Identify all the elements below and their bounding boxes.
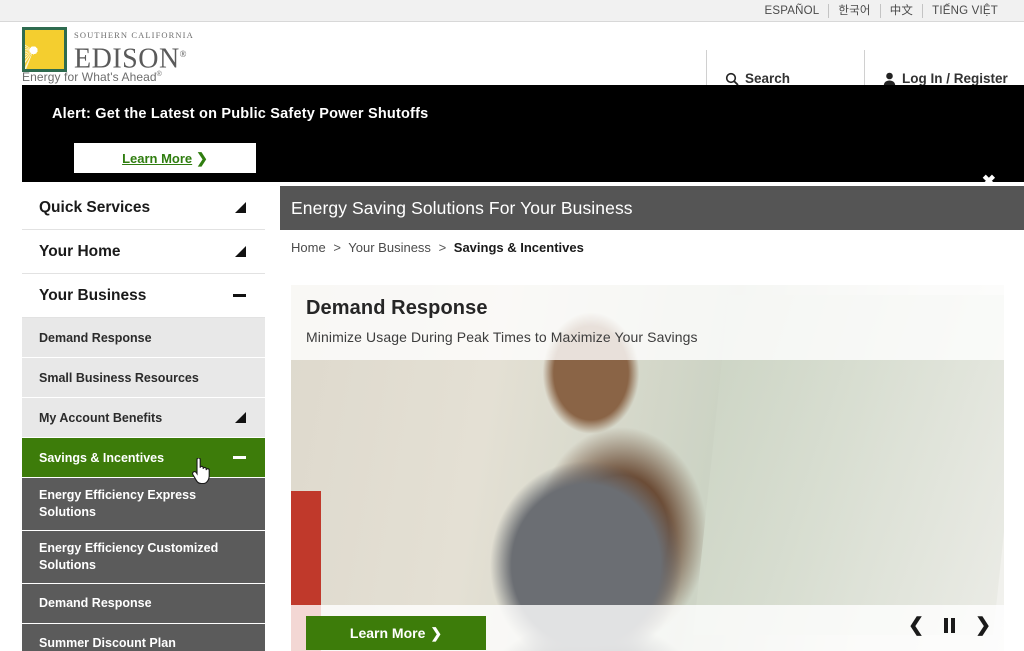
sidebar-item-your-home[interactable]: Your Home — [22, 230, 265, 274]
carousel-footer: Learn More ❯ ❮ ❯ — [291, 605, 1004, 651]
search-label: Search — [745, 71, 791, 86]
sidebar-item-ee-customized-solutions[interactable]: Energy Efficiency Customized Solutions — [22, 531, 265, 584]
breadcrumb-item-current: Savings & Incentives — [453, 240, 584, 255]
logo-tagline: Energy for What's Ahead® — [22, 70, 162, 84]
user-icon — [883, 72, 896, 86]
sidebar-nav: Quick Services Your Home Your Business D… — [22, 186, 265, 651]
sidebar-label-your-home: Your Home — [39, 242, 121, 260]
sidebar-label-ee-express-solutions: Energy Efficiency Express Solutions — [39, 488, 197, 519]
alert-learn-more-label: Learn More — [122, 150, 193, 166]
sidebar-label-summer-discount-plan: Summer Discount Plan — [39, 636, 176, 650]
hero-carousel: Demand Response Minimize Usage During Pe… — [291, 285, 1004, 651]
carousel-caption: Demand Response Minimize Usage During Pe… — [291, 285, 1004, 360]
carousel-learn-more-label: Learn More — [349, 625, 426, 641]
breadcrumb-item-your-business[interactable]: Your Business — [348, 240, 431, 255]
alert-banner: Alert: Get the Latest on Public Safety P… — [22, 85, 1024, 190]
sidebar-label-demand-response: Demand Response — [39, 330, 152, 345]
triangle-collapsed-icon — [235, 246, 246, 257]
sidebar-label-small-business-resources: Small Business Resources — [39, 370, 199, 385]
sidebar-item-demand-response-sub[interactable]: Demand Response — [22, 584, 265, 624]
sidebar-item-quick-services[interactable]: Quick Services — [22, 186, 265, 230]
search-icon — [725, 72, 739, 86]
logo-wordmark: SOUTHERN CALIFORNIA EDISON® — [74, 27, 194, 73]
breadcrumb: Home > Your Business > Savings & Incenti… — [291, 240, 584, 255]
sidebar-item-your-business[interactable]: Your Business — [22, 274, 265, 318]
site-logo[interactable]: SOUTHERN CALIFORNIA EDISON® — [22, 27, 194, 73]
carousel-slide-title: Demand Response — [306, 297, 488, 319]
sidebar-label-my-account-benefits: My Account Benefits — [39, 410, 163, 425]
language-link-korean[interactable]: 한국어 — [829, 3, 881, 18]
language-link-chinese[interactable]: 中文 — [881, 3, 924, 18]
language-link-espanol[interactable]: ESPAÑOL — [755, 3, 830, 18]
triangle-collapsed-icon — [235, 202, 246, 213]
site-header: SOUTHERN CALIFORNIA EDISON® Energy for W… — [0, 22, 1024, 107]
alert-learn-more-button[interactable]: Learn More ❯ — [74, 143, 256, 173]
sidebar-item-demand-response[interactable]: Demand Response — [22, 318, 265, 358]
carousel-learn-more-button[interactable]: Learn More ❯ — [306, 616, 486, 650]
carousel-pause-icon[interactable] — [944, 618, 956, 633]
sidebar-item-savings-incentives[interactable]: Savings & Incentives — [22, 438, 265, 478]
breadcrumb-item-home[interactable]: Home — [291, 240, 326, 255]
carousel-slide-subtitle: Minimize Usage During Peak Times to Maxi… — [306, 329, 698, 345]
language-link-vietnamese[interactable]: TIẾNG VIỆT — [923, 4, 998, 18]
carousel-controls: ❮ ❯ — [908, 616, 991, 635]
alert-title: Alert: Get the Latest on Public Safety P… — [52, 106, 429, 122]
chevron-right-icon: ❯ — [430, 624, 443, 641]
carousel-prev-icon[interactable]: ❮ — [908, 616, 924, 635]
minus-expanded-icon — [233, 294, 246, 297]
sidebar-label-ee-customized-solutions: Energy Efficiency Customized Solutions — [39, 541, 219, 572]
minus-expanded-icon — [233, 456, 246, 459]
breadcrumb-separator: > — [438, 240, 447, 255]
sunburst-icon — [22, 27, 67, 72]
login-label: Log In / Register — [902, 71, 1008, 86]
sidebar-label-your-business: Your Business — [39, 286, 147, 304]
sidebar-item-summer-discount-plan[interactable]: Summer Discount Plan — [22, 624, 265, 651]
sidebar-label-quick-services: Quick Services — [39, 198, 151, 216]
triangle-collapsed-icon — [235, 412, 246, 423]
chevron-right-icon: ❯ — [196, 149, 208, 166]
page-title: Energy Saving Solutions For Your Busines… — [291, 197, 633, 218]
page-root: ESPAÑOL 한국어 中文 TIẾNG VIỆT SOUTHERN CALIF… — [0, 0, 1024, 651]
breadcrumb-separator: > — [333, 240, 341, 255]
sidebar-label-demand-response-sub: Demand Response — [39, 596, 152, 610]
sidebar-label-savings-incentives: Savings & Incentives — [39, 450, 165, 465]
logo-line-southern-california: SOUTHERN CALIFORNIA — [74, 30, 194, 40]
logo-line-edison: EDISON® — [74, 43, 188, 75]
sidebar-item-ee-express-solutions[interactable]: Energy Efficiency Express Solutions — [22, 478, 265, 531]
page-title-bar: Energy Saving Solutions For Your Busines… — [280, 186, 1024, 230]
carousel-next-icon[interactable]: ❯ — [975, 616, 991, 635]
sidebar-item-my-account-benefits[interactable]: My Account Benefits — [22, 398, 265, 438]
sidebar-item-small-business-resources[interactable]: Small Business Resources — [22, 358, 265, 398]
language-bar: ESPAÑOL 한국어 中文 TIẾNG VIỆT — [0, 0, 1024, 22]
